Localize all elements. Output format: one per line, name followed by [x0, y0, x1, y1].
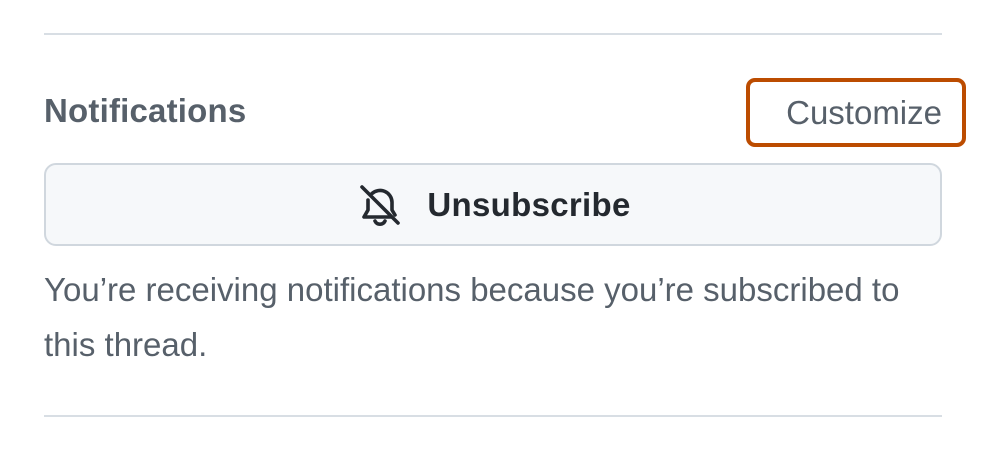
bottom-divider — [44, 415, 942, 417]
notification-reason-text: You’re receiving notifications because y… — [44, 271, 900, 363]
notifications-header: Notifications Customize — [44, 78, 966, 148]
unsubscribe-button[interactable]: Unsubscribe — [44, 163, 942, 246]
unsubscribe-label: Unsubscribe — [427, 185, 631, 223]
customize-link[interactable]: Customize — [746, 78, 966, 147]
bell-slash-icon — [355, 180, 405, 230]
top-divider — [44, 33, 942, 35]
notifications-title: Notifications — [44, 92, 247, 129]
